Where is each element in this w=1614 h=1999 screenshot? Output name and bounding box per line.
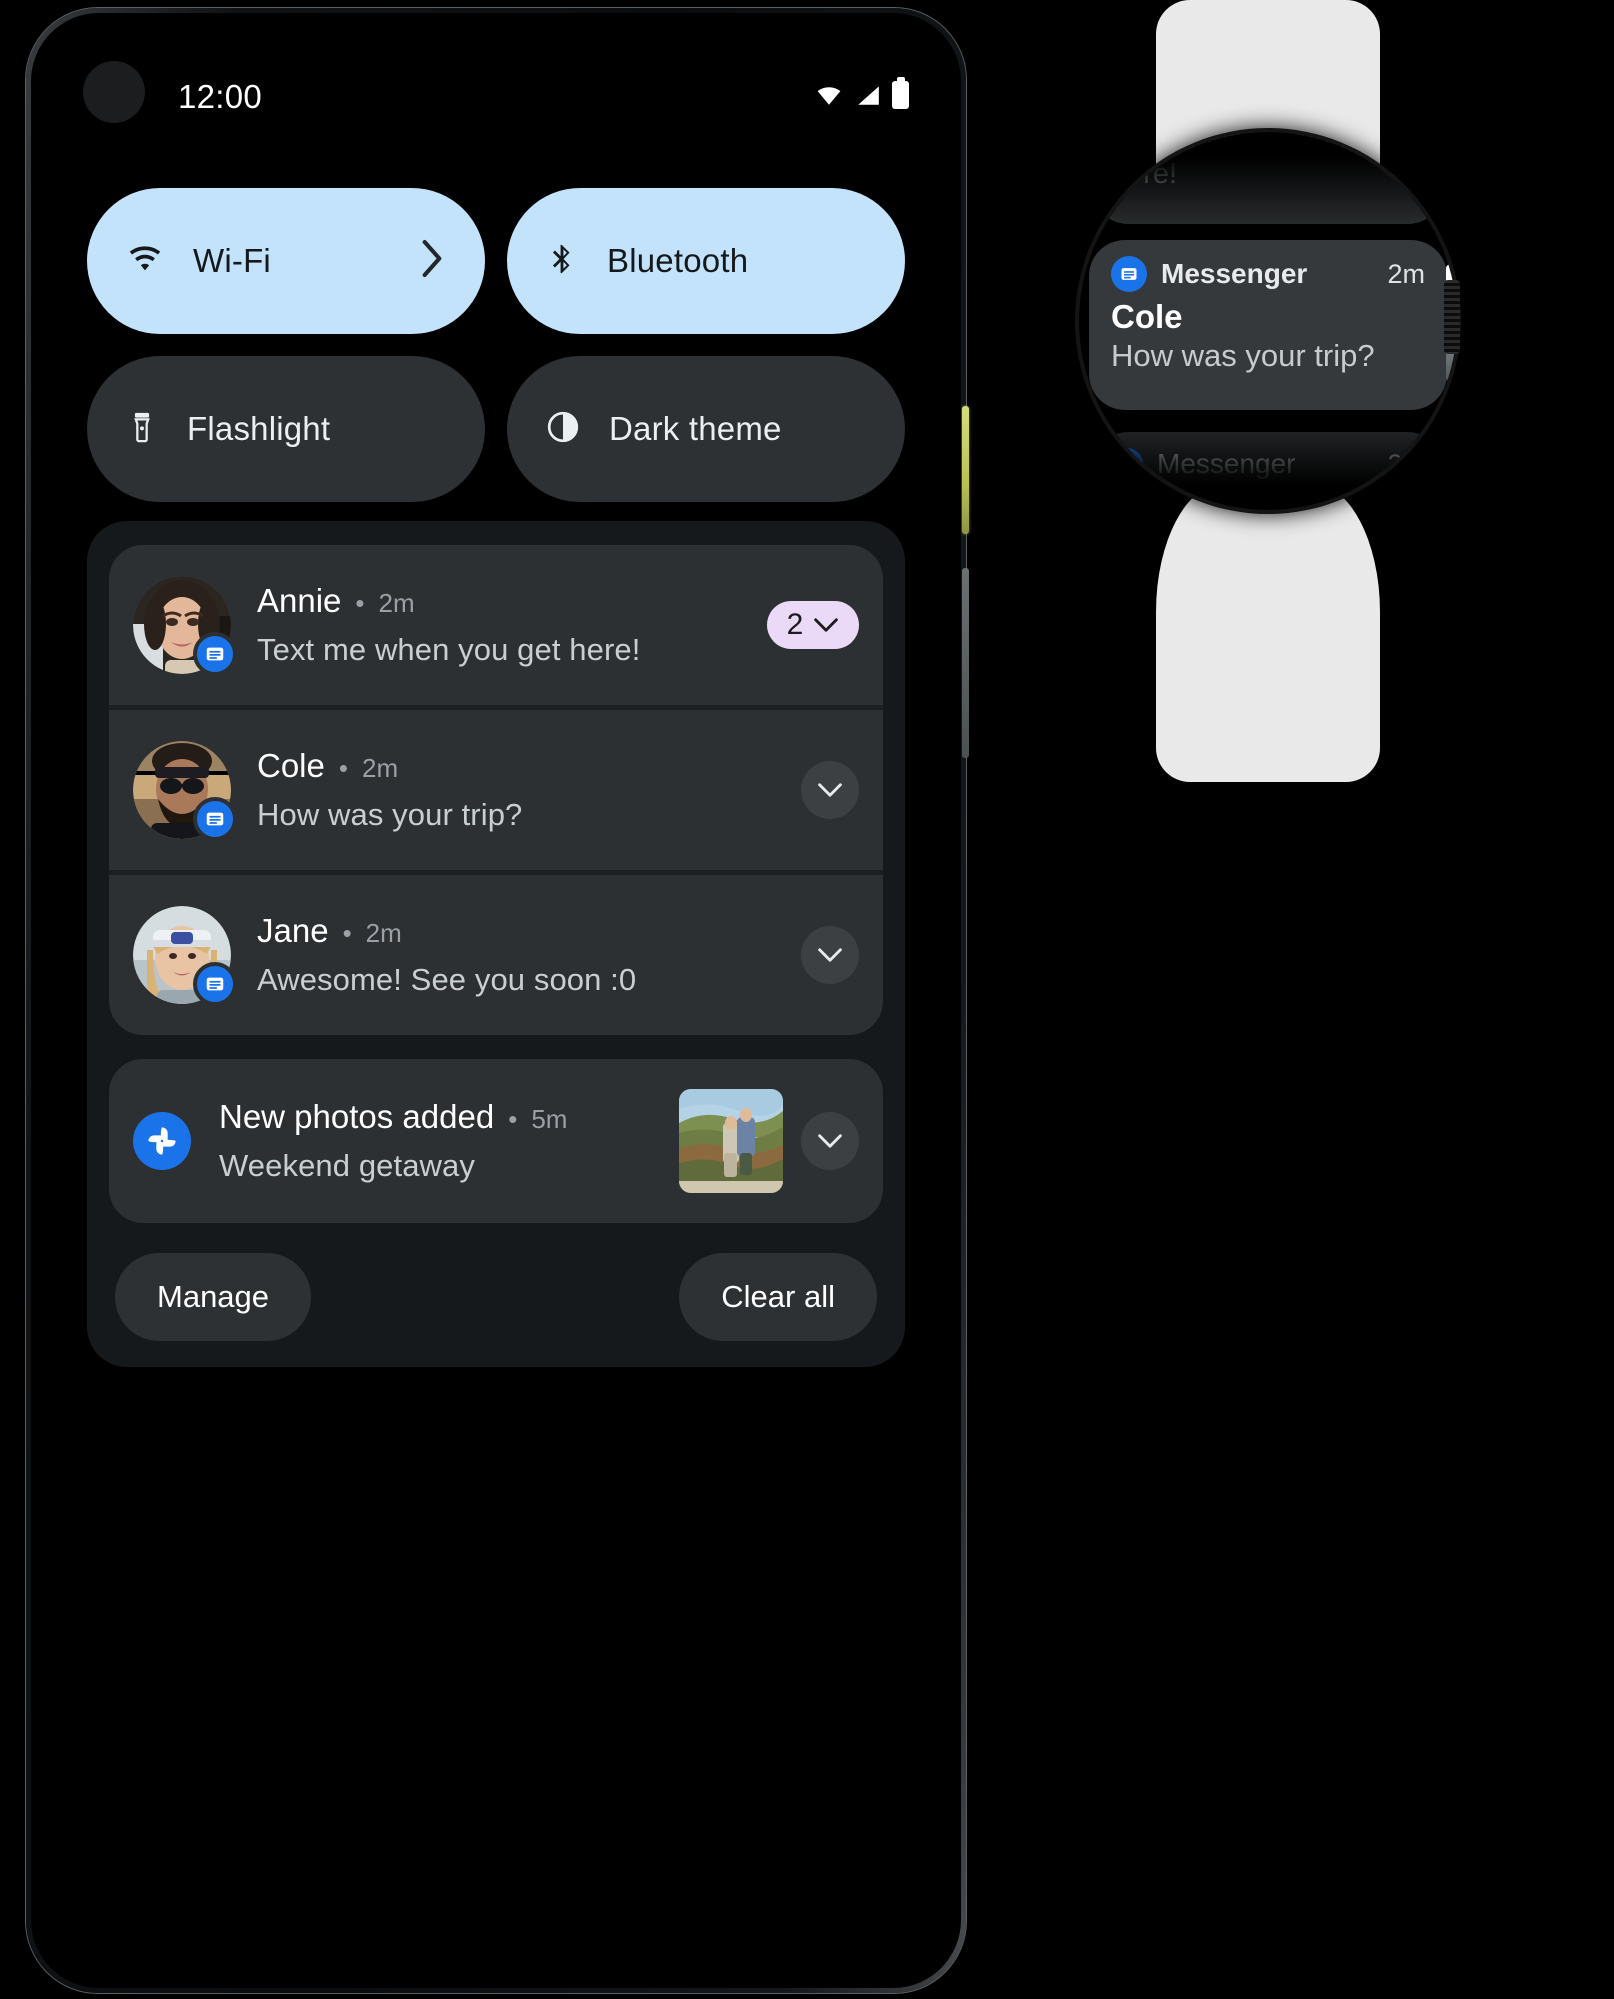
- chevron-down-icon: [814, 618, 839, 632]
- messenger-icon: [193, 962, 237, 1006]
- watch-notification-previous[interactable]: ext me when you get here!: [1089, 132, 1447, 224]
- quick-tile-wifi[interactable]: Wi-Fi: [87, 188, 485, 334]
- front-camera: [83, 61, 145, 123]
- quick-tile-label: Wi-Fi: [193, 242, 271, 279]
- manage-button[interactable]: Manage: [115, 1253, 312, 1341]
- photos-notification-content: New photos added • 5m Weekend getaway: [219, 1098, 665, 1184]
- phone-device: 12:00 Wi-Fi Bluetooth Flashlight Dark th…: [26, 8, 969, 1993]
- chevron-down-icon: [818, 1134, 842, 1148]
- bluetooth-icon: [545, 240, 579, 283]
- photos-notification-header: New photos added • 5m: [219, 1098, 665, 1136]
- clear-all-button[interactable]: Clear all: [679, 1253, 877, 1341]
- google-photos-icon: [133, 1112, 191, 1170]
- notification-row[interactable]: Jane • 2m Awesome! See you soon :0: [109, 875, 883, 1035]
- watch-notification-sender: ne: [1111, 486, 1150, 510]
- conversation-notification-group: Annie • 2m Text me when you get here! 2: [109, 545, 883, 1035]
- watch-face: ext me when you get here! Messenger 2m C…: [1079, 132, 1457, 510]
- notification-count: 2: [786, 608, 804, 641]
- chevron-down-icon: [818, 783, 842, 797]
- watch-app-name: Messenger: [1161, 258, 1308, 289]
- notification-time: 2m: [365, 918, 402, 948]
- quick-tile-flashlight[interactable]: Flashlight: [87, 356, 485, 502]
- flashlight-icon: [125, 408, 159, 451]
- smartwatch-device: ext me when you get here! Messenger 2m C…: [1078, 0, 1460, 782]
- notification-content: Cole • 2m How was your trip?: [257, 747, 783, 833]
- notification-row[interactable]: Annie • 2m Text me when you get here! 2: [109, 545, 883, 705]
- photos-notification[interactable]: New photos added • 5m Weekend getaway: [109, 1059, 883, 1223]
- notification-count-expand-button[interactable]: 2: [767, 601, 859, 649]
- avatar: [133, 741, 237, 841]
- notification-content: Jane • 2m Awesome! See you soon :0: [257, 912, 783, 998]
- notification-time: 2m: [361, 753, 399, 783]
- screenshot-stage: 12:00 Wi-Fi Bluetooth Flashlight Dark th…: [0, 0, 1614, 1999]
- signal-icon: [853, 82, 883, 108]
- separator-dot: •: [342, 918, 352, 948]
- notification-header: Cole • 2m: [257, 747, 783, 785]
- quick-tile-bluetooth[interactable]: Bluetooth: [507, 188, 905, 334]
- notification-sender: Cole: [257, 747, 325, 784]
- watch-notification-header: Messenger 2m: [1111, 256, 1425, 292]
- messenger-icon: [1111, 256, 1147, 292]
- avatar: [133, 906, 237, 1006]
- separator-dot: •: [355, 588, 365, 618]
- chevron-down-icon: [818, 948, 842, 962]
- avatar: [133, 576, 237, 676]
- watch-notification-message: How was your trip?: [1111, 338, 1375, 373]
- notification-time: 2m: [378, 588, 415, 618]
- phone-screen: 12:00 Wi-Fi Bluetooth Flashlight Dark th…: [31, 13, 961, 1988]
- notification-message: Awesome! See you soon :0: [257, 962, 637, 997]
- shade-action-bar: Manage Clear all: [109, 1253, 883, 1341]
- notification-message: How was your trip?: [257, 797, 523, 832]
- quick-settings-panel: Wi-Fi Bluetooth Flashlight Dark theme: [87, 188, 905, 524]
- notification-header: Jane • 2m: [257, 912, 783, 950]
- wifi-icon: [814, 82, 844, 108]
- status-icons: [814, 77, 909, 109]
- photos-notification-time: 5m: [531, 1104, 568, 1134]
- quick-settings-row-1: Wi-Fi Bluetooth: [87, 188, 905, 334]
- crown-button[interactable]: [1444, 280, 1460, 354]
- watch-notification-next[interactable]: Messenger 2m ne: [1089, 432, 1447, 510]
- watch-notification-header: Messenger 2m: [1111, 448, 1425, 480]
- messenger-icon: [1111, 448, 1143, 480]
- watch-notification-time: 2m: [1387, 448, 1425, 479]
- separator-dot: •: [508, 1104, 518, 1134]
- watch-notification-sender: Cole: [1111, 298, 1183, 335]
- status-clock: 12:00: [178, 78, 263, 115]
- quick-tile-label: Flashlight: [187, 410, 331, 447]
- messenger-icon: [193, 797, 237, 841]
- watch-notification-time: 2m: [1387, 258, 1425, 289]
- photo-thumbnail[interactable]: [679, 1089, 783, 1193]
- battery-icon: [892, 77, 909, 109]
- watch-notification-message: ext me when you get here!: [1111, 132, 1379, 191]
- quick-settings-row-2: Flashlight Dark theme: [87, 356, 905, 502]
- status-bar: 12:00: [31, 13, 961, 125]
- quick-tile-label: Bluetooth: [607, 242, 749, 279]
- watch-app-name: Messenger: [1157, 448, 1296, 479]
- expand-button[interactable]: [801, 926, 859, 984]
- notification-content: Annie • 2m Text me when you get here!: [257, 582, 749, 668]
- watch-notification-current[interactable]: Messenger 2m Cole How was your trip?: [1089, 240, 1447, 410]
- watch-band-bottom: [1156, 482, 1380, 782]
- power-button[interactable]: [962, 406, 969, 534]
- separator-dot: •: [338, 753, 348, 783]
- notification-row[interactable]: Cole • 2m How was your trip?: [109, 710, 883, 870]
- photos-notification-message: Weekend getaway: [219, 1148, 475, 1183]
- expand-button[interactable]: [801, 1112, 859, 1170]
- notification-sender: Jane: [257, 912, 329, 949]
- notification-message: Text me when you get here!: [257, 632, 641, 667]
- notification-header: Annie • 2m: [257, 582, 749, 620]
- chevron-right-icon[interactable]: [421, 239, 443, 283]
- quick-tile-dark-theme[interactable]: Dark theme: [507, 356, 905, 502]
- quick-tile-label: Dark theme: [609, 410, 782, 447]
- wifi-icon: [125, 243, 165, 280]
- dark-theme-icon: [545, 409, 581, 450]
- messenger-icon: [193, 632, 237, 676]
- volume-rocker[interactable]: [962, 568, 969, 758]
- expand-button[interactable]: [801, 761, 859, 819]
- notification-sender: Annie: [257, 582, 342, 619]
- notification-shade: Annie • 2m Text me when you get here! 2: [87, 521, 905, 1367]
- photos-notification-title: New photos added: [219, 1098, 495, 1135]
